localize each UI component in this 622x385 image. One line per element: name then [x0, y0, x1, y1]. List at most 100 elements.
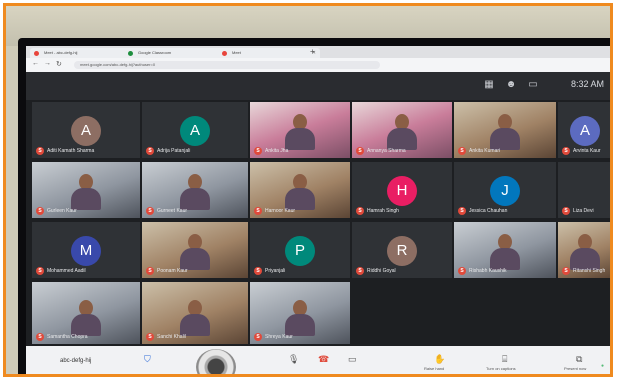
- clock: 8:32 AM: [570, 79, 604, 89]
- participant-tile[interactable]: P S Priyanjali: [250, 222, 350, 278]
- muted-badge-icon: S: [146, 267, 154, 275]
- participant-tile[interactable]: A S Arvinta Kaur: [558, 102, 610, 158]
- muted-badge-icon: S: [562, 267, 570, 275]
- participant-tile[interactable]: S Ankita Jha: [250, 102, 350, 158]
- muted-badge-icon: S: [36, 147, 44, 155]
- participant-name: S Poonam Kaur: [146, 267, 188, 275]
- participant-tile[interactable]: H S Hamrah Singh: [352, 162, 452, 218]
- people-icon[interactable]: ☻: [504, 78, 518, 92]
- participant-tile[interactable]: S Samantha Chopra: [32, 282, 140, 344]
- participant-name: S Liza Devi: [562, 207, 594, 215]
- participant-tile[interactable]: S Gurleen Kaur: [32, 162, 140, 218]
- avatar: A: [71, 116, 101, 146]
- participant-name: S Arvinta Kaur: [562, 147, 601, 155]
- participant-name: S Shreya Kaur: [254, 333, 293, 341]
- participant-tile[interactable]: J S Jessica Chauhan: [454, 162, 556, 218]
- participant-name: S Samantha Chopra: [36, 333, 88, 341]
- participant-tile[interactable]: S Gurneet Kaur: [142, 162, 248, 218]
- meet-toolbar: abc-defg-hij ⛉ 🎙 ☎ ▭ ✋ Raise hand ⌸ Turn…: [26, 346, 610, 374]
- raise-hand-label: Raise hand: [424, 366, 445, 371]
- captions-label: Turn on captions: [486, 366, 516, 371]
- phone-end-icon[interactable]: ☎: [318, 354, 329, 365]
- participant-tile[interactable]: S Annanya Sharma: [352, 102, 452, 158]
- muted-badge-icon: S: [356, 207, 364, 215]
- participant-tile[interactable]: S Ritanshi Singh: [558, 222, 610, 278]
- meet-favicon-icon: [34, 51, 39, 56]
- participant-tile[interactable]: S Ankita Kumari: [454, 102, 556, 158]
- participant-tile[interactable]: R S Riddhi Goyal: [352, 222, 452, 278]
- reload-icon[interactable]: ↻: [56, 60, 62, 68]
- meet-favicon-icon: [222, 51, 227, 56]
- participant-name: S Sanchi Khalil: [146, 333, 186, 341]
- avatar: A: [180, 116, 210, 146]
- corner-logo-icon: ●: [600, 363, 604, 369]
- browser-tab-label: Meet - abc-defg-hij: [44, 50, 78, 55]
- muted-badge-icon: S: [146, 147, 154, 155]
- avatar: P: [285, 236, 315, 266]
- participant-tile[interactable]: A S Aditi Kamath Sharma: [32, 102, 140, 158]
- new-tab-icon[interactable]: +: [310, 47, 315, 56]
- hand-icon[interactable]: ✋: [434, 354, 445, 365]
- back-arrow-icon[interactable]: ←: [32, 60, 39, 67]
- avatar: M: [71, 236, 101, 266]
- muted-badge-icon: S: [36, 207, 44, 215]
- webcam: [196, 349, 236, 374]
- participant-tile[interactable]: M S Mohammed Aadil: [32, 222, 140, 278]
- participant-name: S Priyanjali: [254, 267, 285, 275]
- muted-badge-icon: S: [146, 207, 154, 215]
- muted-badge-icon: S: [146, 333, 154, 341]
- mic-icon[interactable]: 🎙: [288, 354, 299, 365]
- present-icon[interactable]: ⧉: [576, 354, 582, 365]
- participant-name: S Riddhi Goyal: [356, 267, 396, 275]
- camera-icon[interactable]: ▭: [348, 354, 357, 365]
- captions-icon[interactable]: ⌸: [502, 354, 507, 365]
- participant-video: [285, 174, 315, 210]
- avatar: R: [387, 236, 417, 266]
- participant-name: S Annanya Sharma: [356, 147, 406, 155]
- muted-badge-icon: S: [254, 207, 262, 215]
- muted-badge-icon: S: [36, 333, 44, 341]
- muted-badge-icon: S: [254, 333, 262, 341]
- participant-video: [285, 114, 315, 150]
- grid-icon[interactable]: ▦: [482, 78, 496, 92]
- chat-icon[interactable]: ▭: [526, 78, 540, 92]
- participant-video: [570, 234, 600, 270]
- muted-badge-icon: S: [562, 147, 570, 155]
- participant-tile[interactable]: S Liza Devi: [558, 162, 610, 218]
- participant-name: S Harnoor Kaur: [254, 207, 295, 215]
- browser-tab[interactable]: Meet ✕: [218, 48, 320, 58]
- muted-badge-icon: S: [458, 147, 466, 155]
- muted-badge-icon: S: [458, 267, 466, 275]
- participant-tile[interactable]: S Shreya Kaur: [250, 282, 350, 344]
- browser-tab-label: Meet: [232, 50, 241, 55]
- browser-tab-strip: Meet - abc-defg-hij ✕ Google Classroom ✕…: [26, 46, 610, 58]
- participant-name: S Jessica Chauhan: [458, 207, 507, 215]
- participant-name: S Gurleen Kaur: [36, 207, 77, 215]
- browser-tab[interactable]: Google Classroom ✕: [124, 48, 226, 58]
- participant-tile[interactable]: S Poonam Kaur: [142, 222, 248, 278]
- forward-arrow-icon[interactable]: →: [44, 60, 51, 67]
- participant-name: S Adrija Patanjali: [146, 147, 190, 155]
- participant-tile[interactable]: A S Adrija Patanjali: [142, 102, 248, 158]
- address-bar[interactable]: meet.google.com/abc-defg-hij?authuser=0: [74, 61, 380, 69]
- address-bar-row: ← → ↻ meet.google.com/abc-defg-hij?authu…: [26, 58, 610, 72]
- avatar: A: [570, 116, 600, 146]
- participant-tile[interactable]: S Rishabh Kaushik: [454, 222, 556, 278]
- shield-icon[interactable]: ⛉: [144, 354, 151, 365]
- meeting-name[interactable]: abc-defg-hij: [60, 358, 91, 364]
- participant-name: S Gurneet Kaur: [146, 207, 187, 215]
- muted-badge-icon: S: [356, 147, 364, 155]
- browser-tab-label: Google Classroom: [138, 50, 172, 55]
- participant-tile[interactable]: S Sanchi Khalil: [142, 282, 248, 344]
- screen: Meet - abc-defg-hij ✕ Google Classroom ✕…: [26, 46, 610, 374]
- muted-badge-icon: S: [254, 147, 262, 155]
- participant-name: S Aditi Kamath Sharma: [36, 147, 94, 155]
- participant-tile[interactable]: S Harnoor Kaur: [250, 162, 350, 218]
- participant-video: [490, 114, 520, 150]
- present-label: Present now: [564, 366, 587, 371]
- muted-badge-icon: S: [36, 267, 44, 275]
- participant-grid: A S Aditi Kamath Sharma A S Adrija Patanjali S…: [32, 102, 610, 346]
- participant-video: [180, 234, 210, 270]
- browser-tab[interactable]: Meet - abc-defg-hij ✕: [30, 48, 132, 58]
- participant-video: [490, 234, 520, 270]
